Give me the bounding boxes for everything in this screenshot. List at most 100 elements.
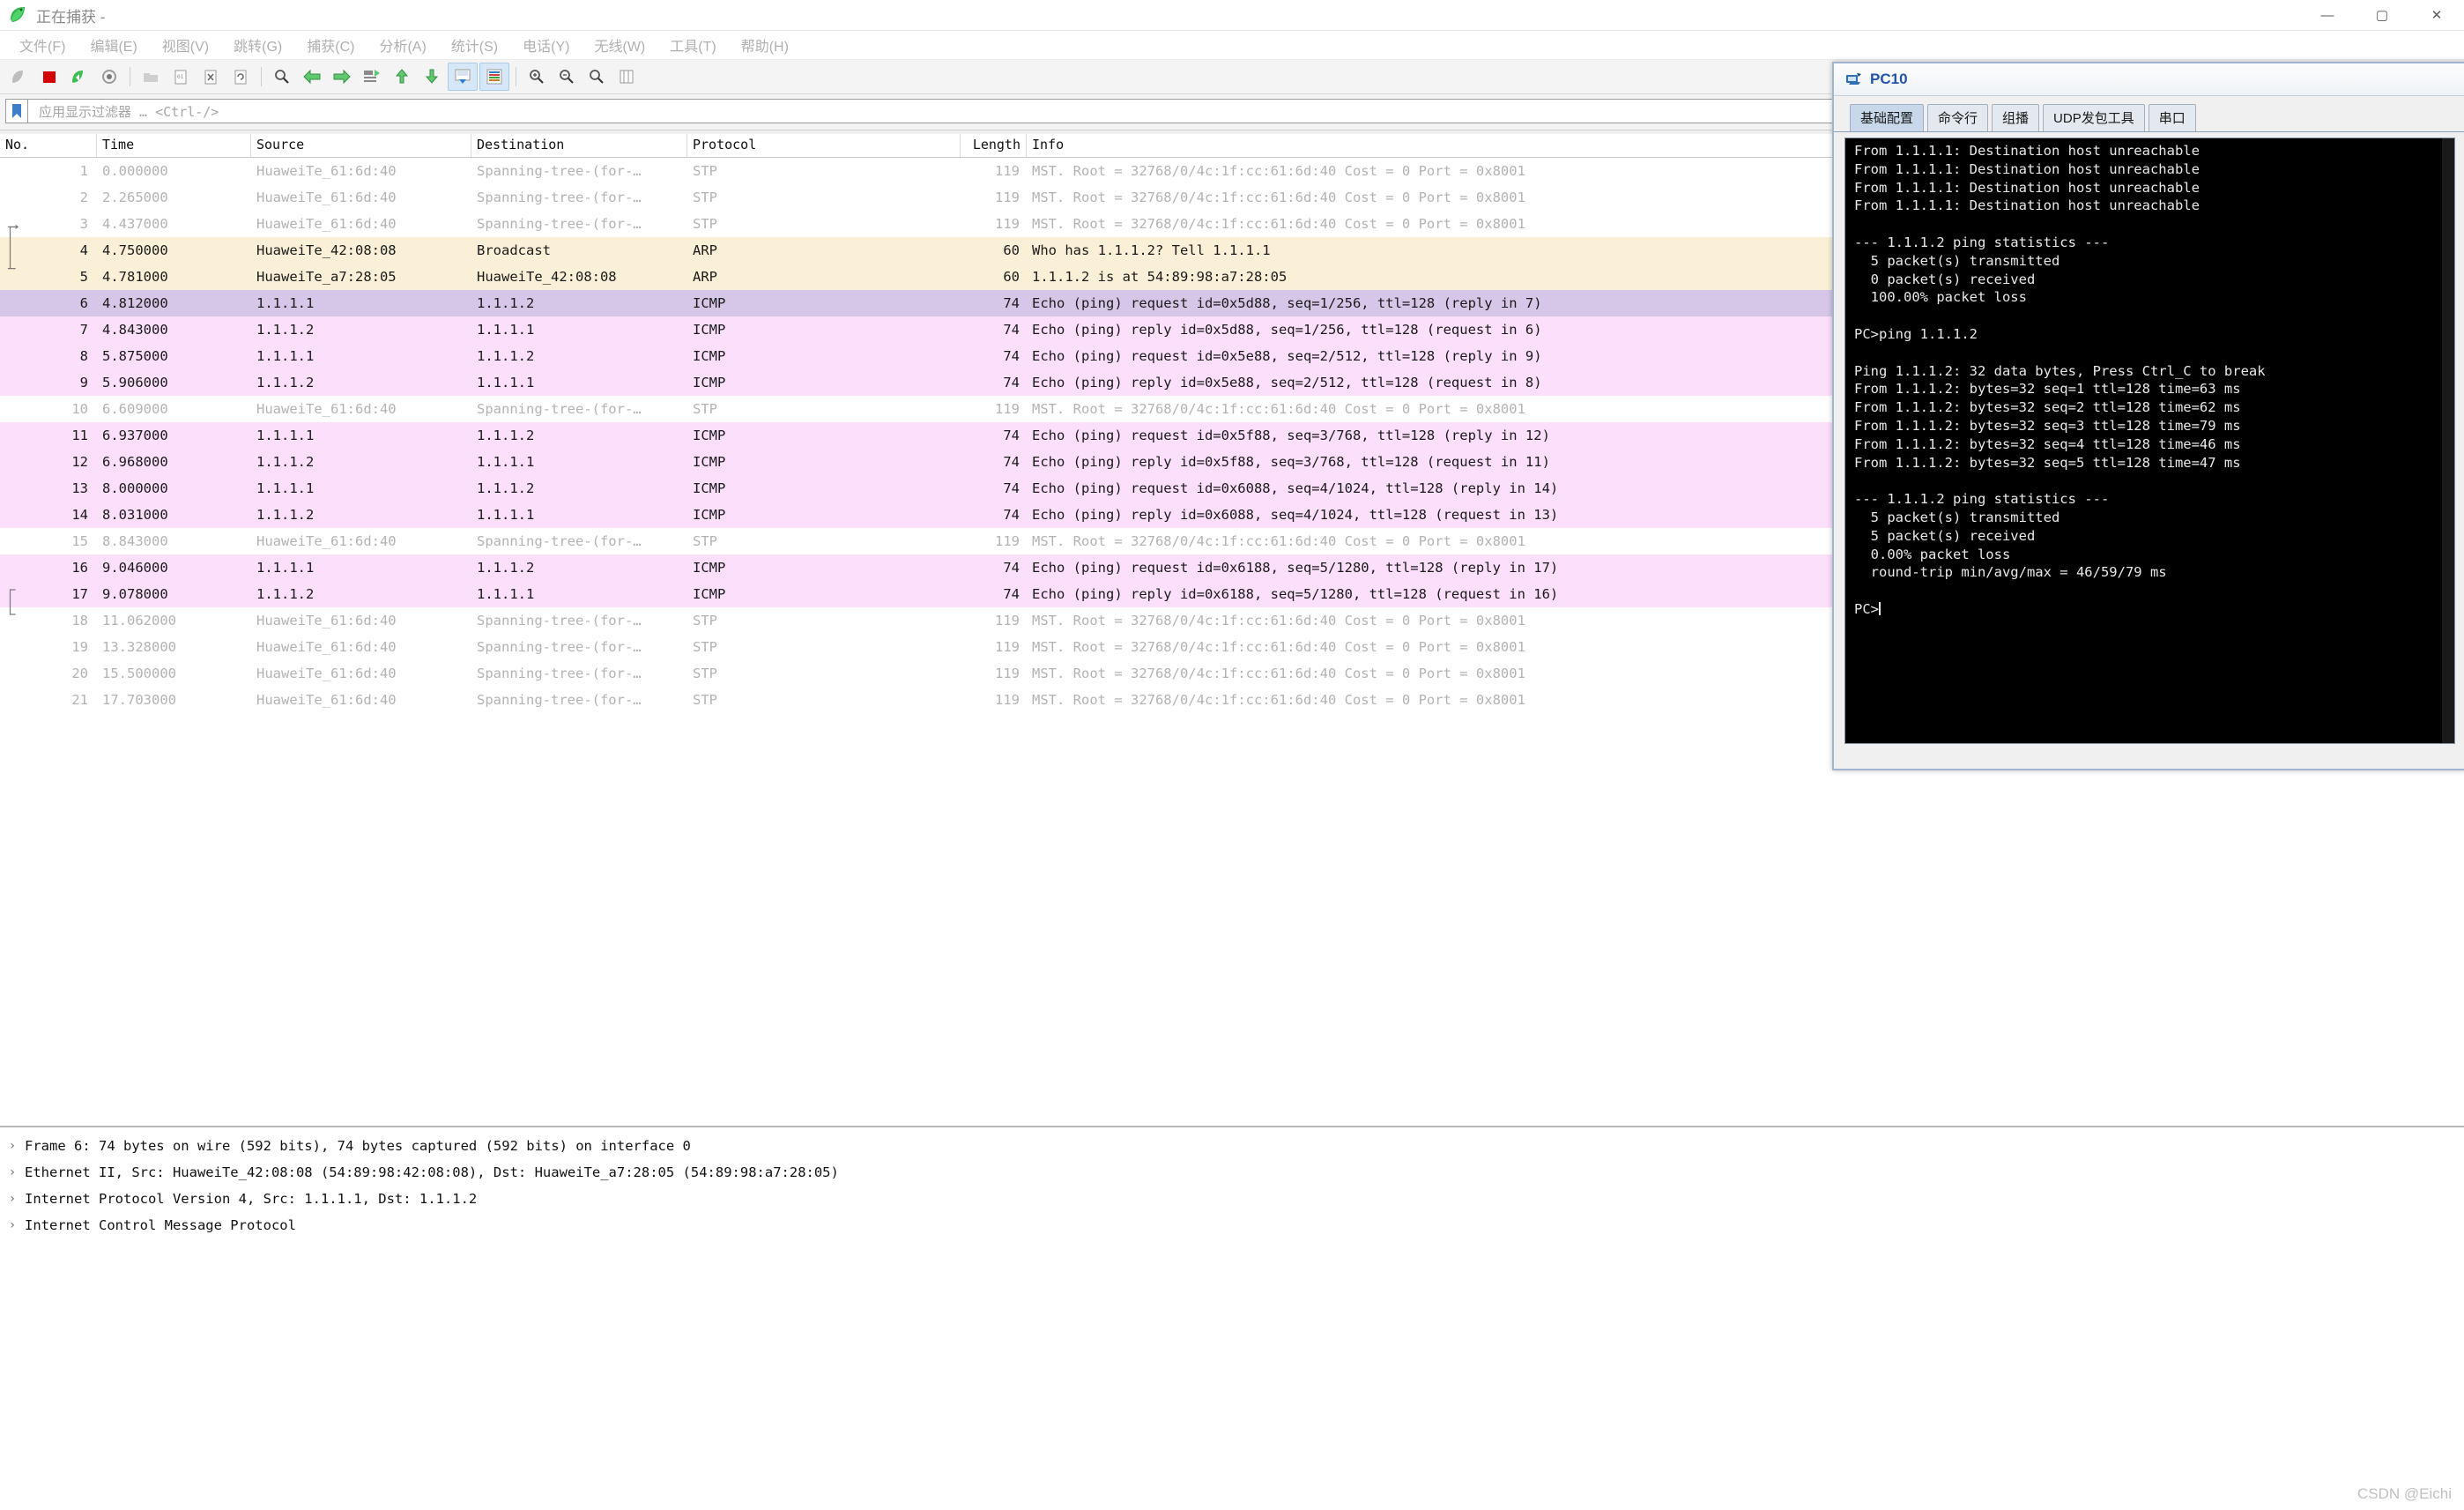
related-packet-bracket-icon — [7, 224, 19, 270]
close-button[interactable]: ✕ — [2409, 0, 2464, 30]
packet-destination: Spanning-tree-(for-… — [477, 401, 642, 417]
packet-protocol: STP — [693, 613, 717, 629]
capture-options-icon[interactable] — [95, 63, 123, 90]
expand-caret-icon[interactable]: › — [0, 1218, 25, 1232]
autoscroll-icon[interactable] — [448, 63, 478, 91]
packet-length: 119 — [995, 692, 1020, 708]
find-packet-icon[interactable] — [268, 63, 296, 90]
expand-caret-icon[interactable]: › — [0, 1165, 25, 1179]
packet-destination: 1.1.1.1 — [477, 454, 535, 470]
detail-row-ipv4[interactable]: › Internet Protocol Version 4, Src: 1.1.… — [0, 1186, 2464, 1212]
packet-source: HuaweiTe_42:08:08 — [256, 242, 397, 258]
menu-edit[interactable]: 编辑(E) — [78, 31, 149, 59]
packet-protocol: ICMP — [693, 322, 726, 338]
packet-protocol: ICMP — [693, 480, 726, 496]
go-last-packet-icon[interactable] — [418, 63, 446, 90]
restart-capture-icon[interactable] — [65, 63, 93, 90]
open-file-icon[interactable] — [137, 63, 165, 90]
packet-destination: Spanning-tree-(for-… — [477, 613, 642, 629]
detail-row-ethernet[interactable]: › Ethernet II, Src: HuaweiTe_42:08:08 (5… — [0, 1159, 2464, 1186]
menu-telephony[interactable]: 电话(Y) — [510, 31, 582, 59]
packet-protocol: STP — [693, 163, 717, 179]
pc10-window[interactable]: PC10 基础配置 命令行 组播 UDP发包工具 串口 From 1.1.1.1… — [1832, 62, 2464, 770]
pc10-title: PC10 — [1870, 71, 1908, 87]
resize-columns-icon[interactable] — [612, 63, 641, 90]
menu-bar: 文件(F) 编辑(E) 视图(V) 跳转(G) 捕获(C) 分析(A) 统计(S… — [0, 31, 2464, 60]
go-to-packet-icon[interactable] — [358, 63, 386, 90]
packet-protocol: ICMP — [693, 586, 726, 602]
minimize-button[interactable]: — — [2300, 0, 2355, 30]
expand-caret-icon[interactable]: › — [0, 1192, 25, 1206]
close-file-icon[interactable] — [197, 63, 225, 90]
go-back-icon[interactable] — [298, 63, 326, 90]
tab-command-line[interactable]: 命令行 — [1927, 104, 1989, 131]
bookmark-icon[interactable] — [5, 99, 27, 123]
detail-row-icmp[interactable]: › Internet Control Message Protocol — [0, 1212, 2464, 1238]
packet-time: 15.500000 — [102, 666, 176, 681]
expand-caret-icon[interactable]: › — [0, 1139, 25, 1153]
detail-text-ipv4: Internet Protocol Version 4, Src: 1.1.1.… — [25, 1191, 478, 1207]
zoom-out-icon[interactable] — [553, 63, 581, 90]
zoom-in-icon[interactable] — [523, 63, 551, 90]
packet-source: HuaweiTe_61:6d:40 — [256, 692, 397, 708]
pc10-terminal-output[interactable]: From 1.1.1.1: Destination host unreachab… — [1844, 138, 2455, 744]
go-forward-icon[interactable] — [328, 63, 356, 90]
terminal-cursor — [1879, 601, 1881, 615]
packet-time: 4.750000 — [102, 242, 168, 258]
packet-destination: Spanning-tree-(for-… — [477, 163, 642, 179]
column-header-protocol[interactable]: Protocol — [687, 134, 961, 157]
menu-view[interactable]: 视图(V) — [150, 31, 221, 59]
terminal-text: From 1.1.1.1: Destination host unreachab… — [1854, 143, 2266, 617]
packet-length: 60 — [1003, 269, 1020, 285]
reload-file-icon[interactable] — [226, 63, 255, 90]
packet-time: 17.703000 — [102, 692, 176, 708]
packet-protocol: STP — [693, 692, 717, 708]
start-capture-icon[interactable] — [5, 63, 33, 90]
packet-protocol: STP — [693, 666, 717, 681]
packet-source: 1.1.1.2 — [256, 586, 315, 602]
packet-destination: Spanning-tree-(for-… — [477, 692, 642, 708]
packet-no: 6 — [79, 295, 88, 311]
column-header-no[interactable]: No. — [0, 134, 97, 157]
tab-basic-config[interactable]: 基础配置 — [1850, 104, 1925, 131]
go-first-packet-icon[interactable] — [388, 63, 416, 90]
menu-statistics[interactable]: 统计(S) — [439, 31, 510, 59]
zoom-reset-icon[interactable] — [583, 63, 611, 90]
colorize-icon[interactable] — [479, 63, 509, 91]
packet-length: 60 — [1003, 242, 1020, 258]
packet-destination: Spanning-tree-(for-… — [477, 533, 642, 549]
tab-multicast[interactable]: 组播 — [1992, 104, 2040, 131]
maximize-button[interactable]: ▢ — [2355, 0, 2409, 30]
menu-go[interactable]: 跳转(G) — [221, 31, 294, 59]
packet-source: HuaweiTe_a7:28:05 — [256, 269, 397, 285]
packet-time: 4.812000 — [102, 295, 168, 311]
packet-source: 1.1.1.2 — [256, 375, 315, 391]
detail-row-frame[interactable]: › Frame 6: 74 bytes on wire (592 bits), … — [0, 1133, 2464, 1159]
menu-help[interactable]: 帮助(H) — [729, 31, 801, 59]
menu-file[interactable]: 文件(F) — [7, 31, 78, 59]
svg-text:01: 01 — [177, 74, 184, 80]
column-header-destination[interactable]: Destination — [471, 134, 687, 157]
packet-no: 10 — [71, 401, 88, 417]
packet-details-pane[interactable]: › Frame 6: 74 bytes on wire (592 bits), … — [0, 1126, 2464, 1510]
menu-capture[interactable]: 捕获(C) — [294, 31, 367, 59]
tab-udp-tool[interactable]: UDP发包工具 — [2043, 104, 2145, 131]
save-file-icon[interactable]: 01 — [167, 63, 195, 90]
packet-time: 9.078000 — [102, 586, 168, 602]
terminal-scrollbar[interactable] — [2442, 138, 2454, 743]
menu-tools[interactable]: 工具(T) — [657, 31, 728, 59]
packet-time: 13.328000 — [102, 639, 176, 655]
menu-analyze[interactable]: 分析(A) — [367, 31, 438, 59]
packet-source: HuaweiTe_61:6d:40 — [256, 190, 397, 205]
packet-source: 1.1.1.1 — [256, 348, 315, 364]
column-header-source[interactable]: Source — [251, 134, 471, 157]
packet-source: 1.1.1.1 — [256, 428, 315, 443]
column-header-length[interactable]: Length — [961, 134, 1027, 157]
stop-capture-icon[interactable] — [35, 63, 63, 90]
menu-wireless[interactable]: 无线(W) — [582, 31, 657, 59]
packet-length: 74 — [1003, 480, 1020, 496]
packet-source: HuaweiTe_61:6d:40 — [256, 639, 397, 655]
tab-serial-port[interactable]: 串口 — [2148, 104, 2196, 131]
packet-time: 11.062000 — [102, 613, 176, 629]
column-header-time[interactable]: Time — [97, 134, 251, 157]
